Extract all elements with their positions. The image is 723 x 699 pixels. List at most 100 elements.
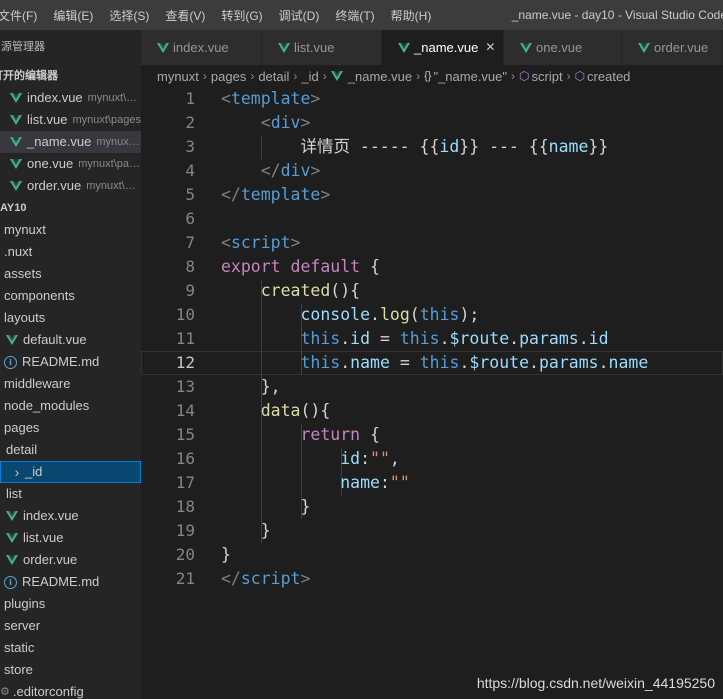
line-number: 8: [185, 257, 195, 276]
code-line[interactable]: 18 }: [141, 495, 723, 519]
tree-folder[interactable]: server: [0, 615, 141, 637]
code-line[interactable]: 20}: [141, 543, 723, 567]
code-line[interactable]: 11 this.id = this.$route.params.id: [141, 327, 723, 351]
code-line[interactable]: 16 id:"",: [141, 447, 723, 471]
code-line[interactable]: 17 name:"": [141, 471, 723, 495]
tree-folder[interactable]: assets: [0, 263, 141, 285]
code-line[interactable]: 2 <div>: [141, 111, 723, 135]
open-editor-path: mynuxt\pages: [87, 92, 141, 104]
breadcrumb-item[interactable]: pages: [211, 69, 246, 84]
line-number: 16: [175, 449, 195, 468]
tree-file[interactable]: default.vue: [0, 329, 141, 351]
code-line[interactable]: 6: [141, 207, 723, 231]
tab-index-vue[interactable]: index.vue: [141, 30, 262, 65]
breadcrumb: mynuxt › pages › detail › _id › _name.vue ›{} "_na…: [141, 65, 723, 87]
breadcrumb-item[interactable]: mynuxt: [157, 69, 199, 84]
breadcrumb-item[interactable]: _name.vue: [348, 69, 412, 84]
open-editor-item[interactable]: index.vue mynuxt\pages: [0, 87, 141, 109]
code-token: "": [389, 473, 410, 492]
code-line[interactable]: 3 详情页 ----- {{id}} --- {{name}}: [141, 135, 723, 159]
open-editor-item[interactable]: order.vue mynuxt\pages: [0, 175, 141, 197]
code-token: id: [340, 449, 361, 468]
open-editor-item[interactable]: list.vue mynuxt\pages: [0, 109, 141, 131]
code-line[interactable]: 10 console.log(this);: [141, 303, 723, 327]
tree-item-label: server: [4, 618, 41, 633]
menu-view[interactable]: 查看(V): [157, 7, 213, 24]
code-token: $route: [449, 329, 510, 348]
breadcrumb-item[interactable]: created: [587, 69, 630, 84]
tree-file[interactable]: index.vue: [0, 505, 141, 527]
code-token: .: [509, 329, 520, 348]
tree-file[interactable]: list.vue: [0, 527, 141, 549]
menu-file[interactable]: 文件(F): [0, 7, 45, 24]
code-line[interactable]: 15 return {: [141, 423, 723, 447]
menu-terminal[interactable]: 终端(T): [327, 7, 382, 24]
open-editors-header[interactable]: 打开的编辑器: [0, 65, 141, 87]
code-token: >: [300, 113, 311, 132]
menu-selection[interactable]: 选择(S): [101, 7, 157, 24]
tree-item-label: README.md: [22, 354, 100, 369]
tree-folder[interactable]: .nuxt: [0, 241, 141, 263]
menu-go[interactable]: 转到(G): [213, 7, 270, 24]
tree-file[interactable]: i README.md: [0, 571, 141, 593]
open-editor-item[interactable]: _name.vue mynuxt\pages\detail\_id: [0, 131, 141, 153]
tree-folder[interactable]: plugins: [0, 593, 141, 615]
code-token: </: [221, 569, 241, 588]
workspace-header[interactable]: DAY10: [0, 197, 141, 219]
breadcrumb-item[interactable]: script: [532, 69, 563, 84]
line-number: 2: [185, 113, 195, 132]
tree-folder[interactable]: static: [0, 637, 141, 659]
tree-folder[interactable]: store: [0, 659, 141, 681]
code-token: console: [300, 305, 371, 324]
code-line[interactable]: 5 </template>: [141, 183, 723, 207]
tree-folder[interactable]: detail: [0, 439, 141, 461]
code-line[interactable]: 4 </div>: [141, 159, 723, 183]
menu-help[interactable]: 帮助(H): [383, 7, 440, 24]
line-number: 18: [175, 497, 195, 516]
menu-edit[interactable]: 编辑(E): [45, 7, 101, 24]
code-editor[interactable]: 1 <template> 2 <div> 3 详情页 ----- {{id}} ---…: [141, 87, 723, 699]
vue-file-icon: [10, 115, 27, 125]
code-token: <: [221, 233, 231, 252]
tab-one-vue[interactable]: one.vue: [504, 30, 622, 65]
breadcrumb-item[interactable]: _id: [301, 69, 318, 84]
code-token: name: [340, 473, 380, 492]
code-token: created: [260, 281, 331, 300]
tree-file[interactable]: ⚙ .editorconfig: [0, 681, 141, 699]
tree-folder[interactable]: node_modules: [0, 395, 141, 417]
code-line[interactable]: 21 </script>: [141, 567, 723, 591]
tree-item-label: .editorconfig: [12, 684, 84, 699]
code-line[interactable]: 8 export default {: [141, 255, 723, 279]
tree-folder[interactable]: list: [0, 483, 141, 505]
breadcrumb-item[interactable]: detail: [258, 69, 289, 84]
code-text: },: [221, 375, 281, 399]
tree-item-label: mynuxt: [4, 222, 46, 237]
code-token: .: [578, 329, 589, 348]
tree-folder[interactable]: middleware: [0, 373, 141, 395]
code-line[interactable]: 7 <script>: [141, 231, 723, 255]
code-line[interactable]: 1 <template>: [141, 87, 723, 111]
tree-file[interactable]: i README.md: [0, 351, 141, 373]
line-number: 12: [175, 353, 195, 372]
tree-item-label: pages: [4, 420, 40, 435]
tree-folder[interactable]: layouts: [0, 307, 141, 329]
menu-debug[interactable]: 调试(D): [271, 7, 328, 24]
open-editor-item[interactable]: one.vue mynuxt\pages: [0, 153, 141, 175]
breadcrumb-item[interactable]: "_name.vue": [433, 69, 507, 84]
code-line[interactable]: 9 created(){: [141, 279, 723, 303]
open-editor-filename: _name.vue: [27, 134, 92, 149]
tree-folder[interactable]: › _id: [0, 461, 141, 483]
tab-order-vue[interactable]: order.vue: [622, 30, 723, 65]
code-line[interactable]: 12 this.name = this.$route.params.name: [141, 351, 723, 375]
tree-folder[interactable]: mynuxt: [0, 219, 141, 241]
code-line[interactable]: 13 },: [141, 375, 723, 399]
code-line[interactable]: 19 }: [141, 519, 723, 543]
tree-file[interactable]: order.vue: [0, 549, 141, 571]
code-line[interactable]: 14 data(){: [141, 399, 723, 423]
tab-list-vue[interactable]: list.vue: [262, 30, 382, 65]
tree-folder[interactable]: components: [0, 285, 141, 307]
close-icon[interactable]: ✕: [485, 30, 495, 65]
tab-name-vue[interactable]: _name.vue ✕: [382, 30, 504, 65]
tree-folder[interactable]: pages: [0, 417, 141, 439]
